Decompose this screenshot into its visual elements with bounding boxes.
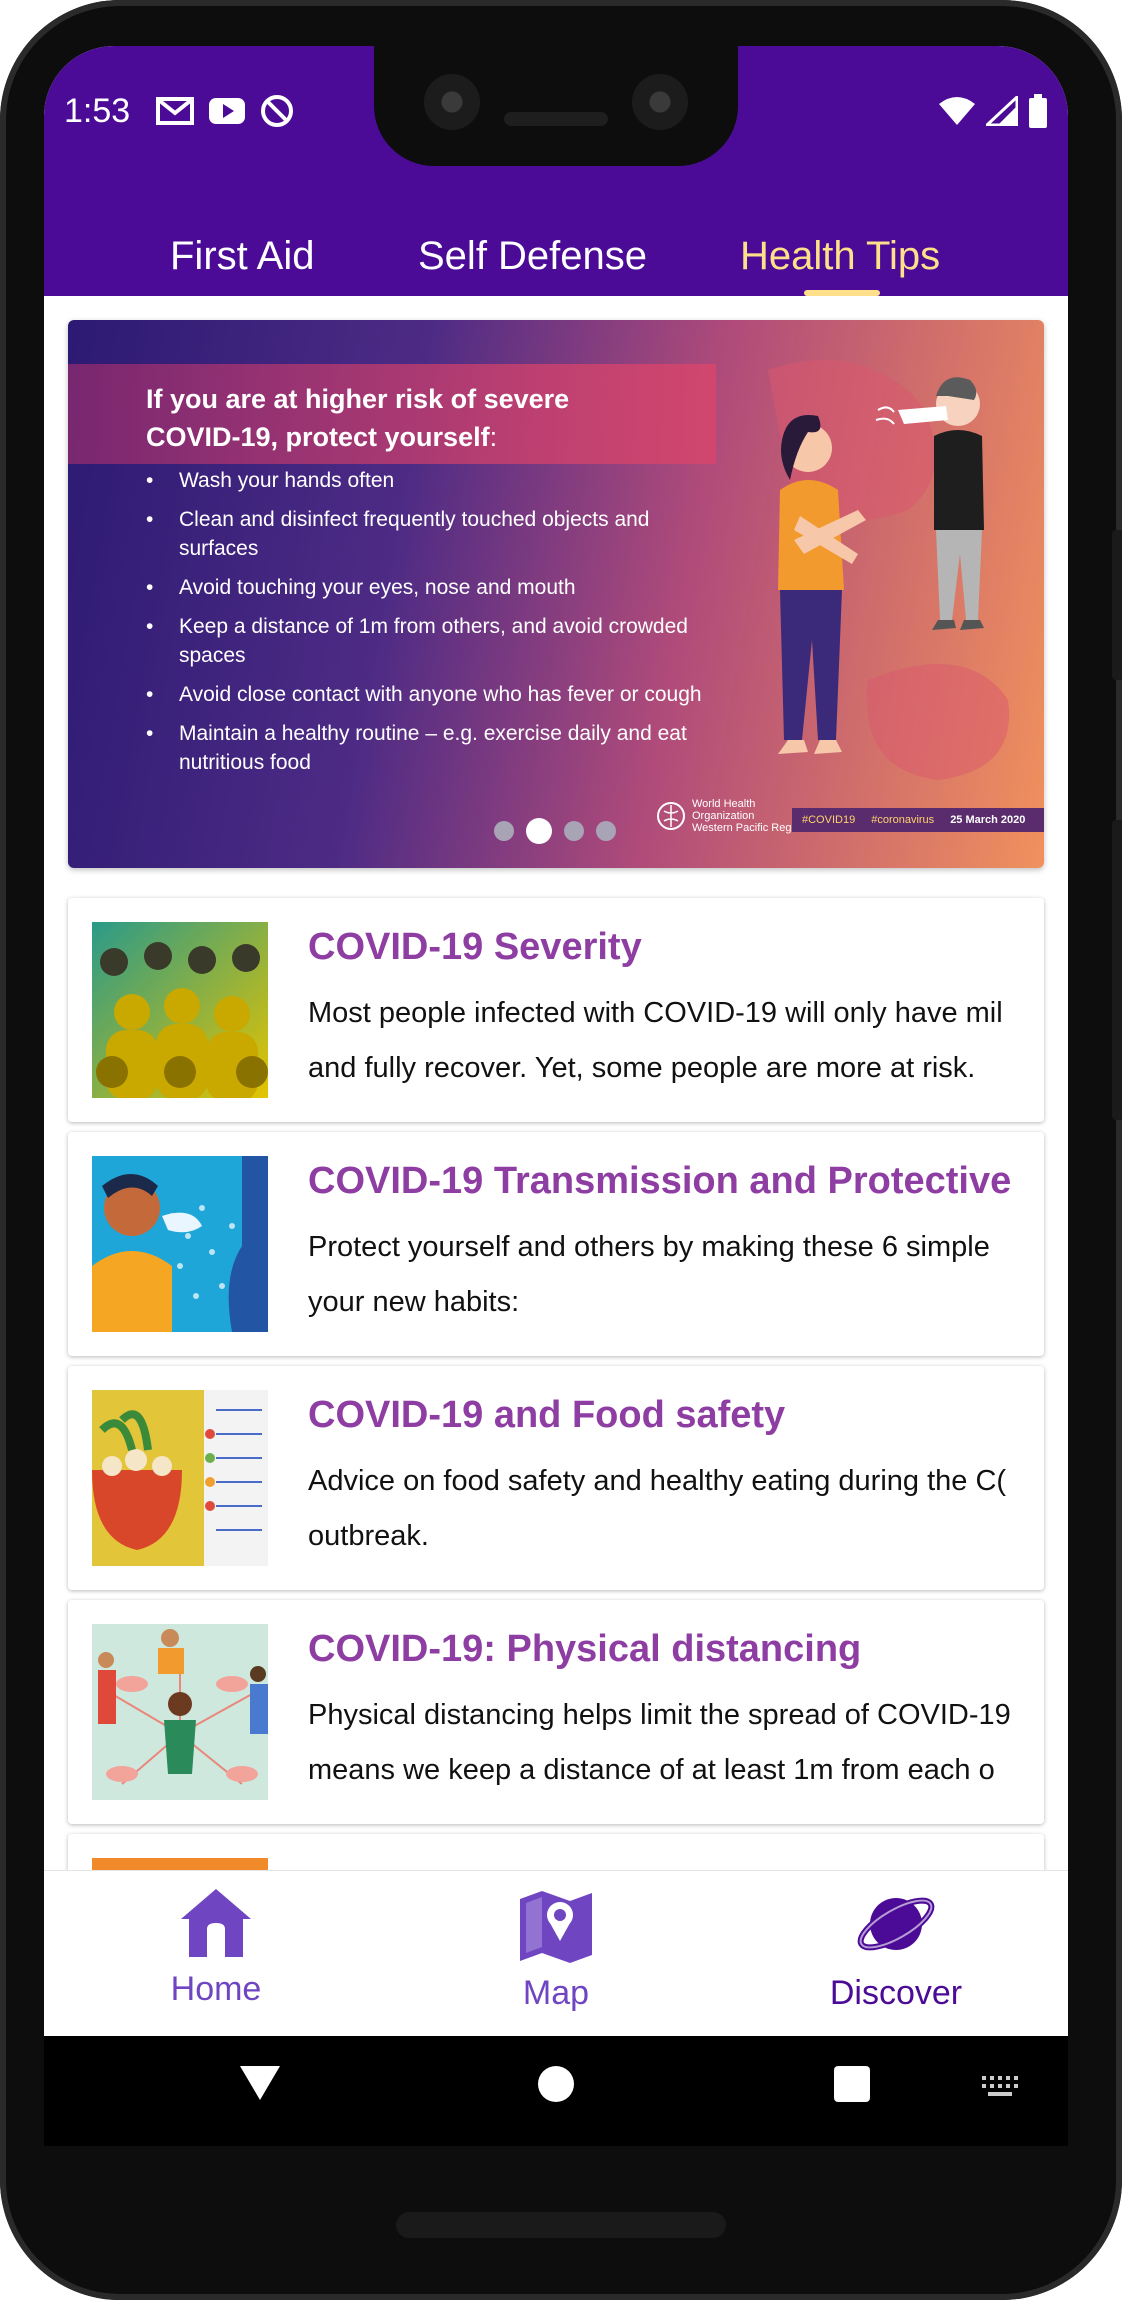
card-description: Advice on food safety and healthy eating…	[308, 1454, 1022, 1566]
do-not-disturb-icon	[261, 95, 293, 127]
list-item[interactable]: COVID-19 Severity Most people infected w…	[68, 898, 1044, 1122]
nav-discover[interactable]: Discover	[776, 1885, 1016, 2013]
who-logo: World Health Organization Western Pacifi…	[656, 798, 806, 834]
top-tabs: First Aid Self Defense Health Tips	[44, 196, 1068, 296]
carousel-dot-active[interactable]	[526, 818, 552, 844]
card-thumbnail-partial	[92, 1858, 268, 1870]
crowd-thumbnail	[92, 922, 268, 1098]
card-description: Protect yourself and others by making th…	[308, 1220, 1022, 1332]
banner-date: 25 March 2020	[950, 814, 1026, 826]
banner-hashtag: #COVID19	[802, 814, 856, 826]
nav-discover-label: Discover	[829, 1974, 963, 2012]
health-tip-banner[interactable]: If you are at higher risk of severe COVI…	[68, 320, 1044, 868]
banner-tip: Keep a distance of 1m from others, and a…	[146, 612, 726, 670]
nav-map[interactable]: Map	[436, 1885, 676, 2013]
keyboard-icon[interactable]	[980, 2074, 1020, 2098]
carousel-dot[interactable]	[564, 821, 584, 841]
volume-button	[1112, 820, 1122, 1120]
system-recents-icon[interactable]	[834, 2066, 870, 2102]
list-item[interactable]: COVID-19 and Food safety Advice on food …	[68, 1366, 1044, 1590]
who-region: Western Pacific Region	[692, 822, 807, 834]
nav-map-label: Map	[522, 1974, 590, 2012]
front-camera-left	[424, 74, 480, 130]
banner-title-suffix: :	[489, 422, 498, 452]
banner-title-line1: If you are at higher risk of severe	[146, 384, 570, 414]
card-description-line: outbreak.	[308, 1520, 429, 1552]
earpiece-speaker	[504, 112, 608, 126]
card-title: COVID-19 Severity	[308, 926, 642, 968]
bottom-navigation: Home Map Discover	[44, 1870, 1068, 2036]
food-safety-thumbnail	[92, 1390, 268, 1566]
banner-title-line2: COVID-19, protect yourself	[146, 422, 490, 452]
banner-tip: Avoid close contact with anyone who has …	[146, 680, 746, 709]
physical-distancing-thumbnail	[92, 1624, 268, 1800]
wifi-icon	[939, 97, 975, 125]
card-title: COVID-19 and Food safety	[308, 1394, 786, 1436]
banner-tip: Clean and disinfect frequently touched o…	[146, 505, 666, 563]
banner-tips-list: Wash your hands often Clean and disinfec…	[146, 466, 746, 787]
carousel-indicator	[494, 818, 616, 844]
card-description-line: Physical distancing helps limit the spre…	[308, 1699, 1011, 1731]
banner-illustration	[768, 360, 1010, 780]
status-system-icons	[938, 94, 1048, 128]
card-title: COVID-19 Transmission and Protective	[308, 1160, 1012, 1202]
nav-home[interactable]: Home	[96, 1885, 336, 2009]
phone-frame: 1:53 First Aid Self Defense Health Tips …	[0, 0, 1122, 2300]
banner-tip: Avoid touching your eyes, nose and mouth	[146, 573, 746, 602]
battery-icon	[1029, 94, 1047, 128]
system-home-icon[interactable]	[538, 2066, 574, 2102]
tab-self-defense[interactable]: Self Defense	[418, 234, 647, 279]
tab-first-aid[interactable]: First Aid	[170, 234, 314, 279]
carousel-dot[interactable]	[494, 821, 514, 841]
banner-footer: #COVID19 #coronavirus 25 March 2020	[792, 808, 1044, 832]
card-description-line: Most people infected with COVID-19 will …	[308, 997, 1003, 1029]
who-emblem-icon	[657, 802, 685, 830]
bottom-speaker	[396, 2212, 726, 2238]
youtube-icon	[209, 98, 245, 124]
system-back-icon[interactable]	[240, 2066, 280, 2100]
transmission-thumbnail	[92, 1156, 268, 1332]
who-name: World Health Organization Western Pacifi…	[692, 798, 806, 834]
card-description-line: and fully recover. Yet, some people are …	[308, 1052, 976, 1084]
active-tab-indicator	[804, 290, 880, 296]
tab-health-tips[interactable]: Health Tips	[740, 234, 940, 279]
who-name-line2: Organization	[692, 810, 755, 822]
card-title: COVID-19: Physical distancing	[308, 1628, 862, 1670]
status-time: 1:53	[64, 92, 131, 130]
home-icon	[181, 1889, 251, 1957]
banner-title: If you are at higher risk of severe COVI…	[146, 380, 706, 456]
card-description: Physical distancing helps limit the spre…	[308, 1688, 1022, 1800]
screen: 1:53 First Aid Self Defense Health Tips …	[44, 46, 1068, 2146]
list-item[interactable]: COVID-19: Physical distancing Physical d…	[68, 1600, 1044, 1824]
nav-home-label: Home	[170, 1970, 262, 2008]
power-button	[1112, 530, 1122, 680]
banner-hashtag: #coronavirus	[871, 814, 935, 826]
who-name-line1: World Health	[692, 798, 756, 810]
card-description-line: Protect yourself and others by making th…	[308, 1231, 990, 1263]
front-camera-right	[632, 74, 688, 130]
system-navigation-bar	[44, 2036, 1068, 2146]
camera-notch	[374, 46, 738, 166]
status-notification-icons	[156, 94, 294, 128]
cellular-signal-icon	[986, 96, 1018, 126]
app-bar: 1:53 First Aid Self Defense Health Tips	[44, 46, 1068, 296]
map-icon	[520, 1891, 592, 1963]
card-description-line: means we keep a distance of at least 1m …	[308, 1754, 995, 1786]
card-description: Most people infected with COVID-19 will …	[308, 986, 1022, 1098]
banner-tip: Wash your hands often	[146, 466, 746, 495]
card-description-line: Advice on food safety and healthy eating…	[308, 1465, 1007, 1497]
card-description-line: your new habits:	[308, 1286, 520, 1318]
gmail-icon	[156, 97, 194, 125]
carousel-dot[interactable]	[596, 821, 616, 841]
banner-tip: Maintain a healthy routine – e.g. exerci…	[146, 719, 706, 777]
list-item[interactable]: COVID-19 Transmission and Protective Pro…	[68, 1132, 1044, 1356]
planet-icon	[857, 1897, 935, 1951]
